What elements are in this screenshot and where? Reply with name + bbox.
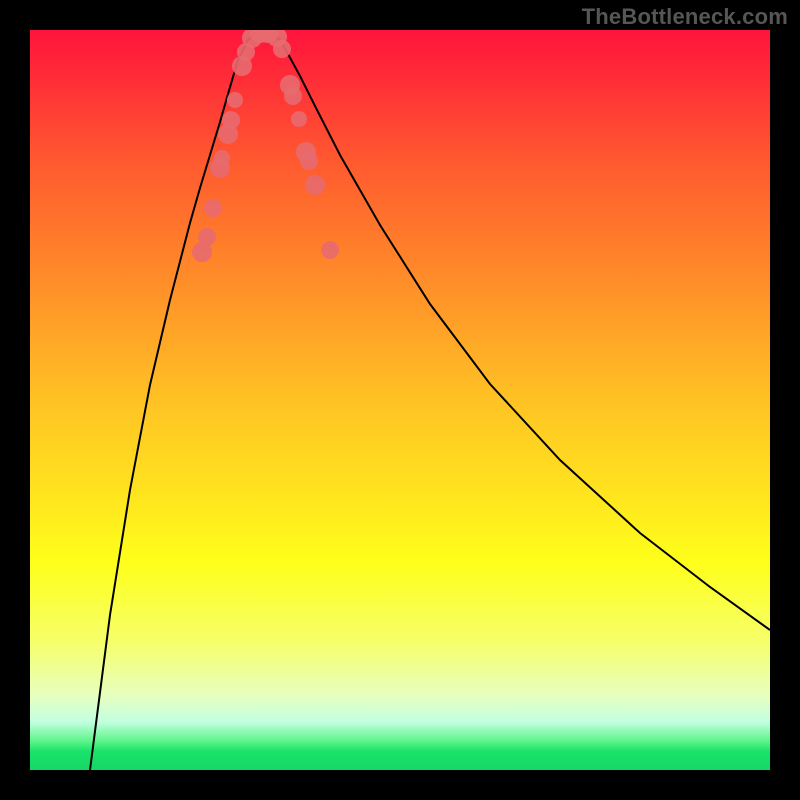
data-dot	[273, 40, 291, 58]
data-dot	[222, 111, 240, 129]
data-dot	[204, 199, 222, 217]
data-dot	[284, 87, 302, 105]
chart-svg	[30, 30, 770, 770]
data-dot	[291, 111, 307, 127]
data-dots	[192, 30, 339, 262]
right-curve	[270, 33, 770, 630]
data-dot	[214, 150, 230, 166]
data-dot	[227, 92, 243, 108]
data-dot	[305, 175, 325, 195]
data-dot	[300, 152, 318, 170]
chart-frame: TheBottleneck.com	[0, 0, 800, 800]
watermark-text: TheBottleneck.com	[582, 6, 788, 28]
data-dot	[321, 241, 339, 259]
data-dot	[198, 228, 216, 246]
